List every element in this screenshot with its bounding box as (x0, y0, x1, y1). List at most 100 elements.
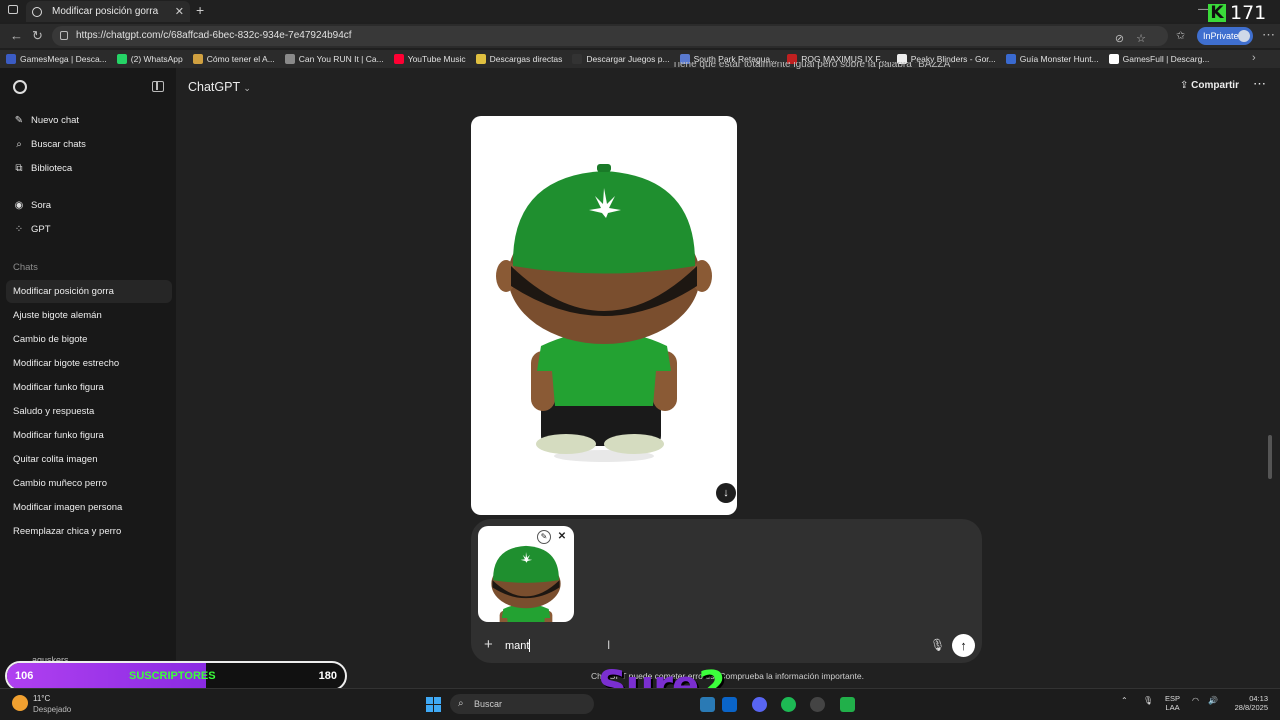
remove-attachment-icon[interactable]: ✕ (556, 531, 568, 543)
clock-time: 04:13 (1249, 694, 1268, 703)
sidebar-item-search-chats[interactable]: ⌕ Buscar chats (13, 139, 86, 150)
more-options-icon[interactable]: ⋯ (1253, 76, 1266, 92)
mouse-ibeam-cursor-icon: I (607, 638, 611, 652)
bookmark-favicon-icon (6, 54, 16, 64)
windows-start-icon[interactable] (426, 697, 441, 712)
sidebar-chat-item[interactable]: Cambio muñeco perro (13, 478, 107, 489)
volume-icon[interactable]: 🔊 (1208, 696, 1218, 705)
microphone-icon[interactable]: 🎙 (930, 638, 945, 652)
page-scrollbar[interactable] (1268, 435, 1272, 479)
generated-image[interactable] (471, 116, 737, 515)
sidebar-chat-item[interactable]: Modificar imagen persona (13, 502, 122, 513)
chats-section-label: Chats (13, 262, 38, 273)
bookmark-label: Descargar Juegos p... (586, 54, 670, 64)
funko-figure-image (496, 164, 712, 462)
bookmarks-overflow-icon[interactable]: › (1252, 52, 1256, 64)
sidebar-chat-item[interactable]: Saludo y respuesta (13, 406, 94, 417)
share-button[interactable]: ⇪ Compartir (1180, 80, 1239, 91)
add-attachment-icon[interactable]: + (484, 636, 493, 653)
taskbar-search[interactable]: ⌕ Buscar (450, 694, 594, 714)
bookmark-item[interactable]: GamesFull | Descarg... (1108, 54, 1209, 64)
sheets-app-icon[interactable] (840, 697, 855, 712)
sidebar-item-sora[interactable]: ◉ Sora (13, 200, 51, 211)
sidebar-chat-item[interactable]: Modificar funko figura (13, 382, 104, 393)
taskbar-clock[interactable]: 04:13 28/8/2025 (1228, 694, 1268, 712)
sidebar-toggle-icon[interactable] (152, 81, 164, 92)
windows-taskbar (0, 688, 1280, 720)
chatgpt-favicon-icon (32, 6, 42, 17)
wifi-icon[interactable]: ◠ (1192, 696, 1199, 705)
share-label: Compartir (1191, 80, 1239, 91)
subscriber-goal: 180 (318, 670, 337, 682)
sora-icon: ◉ (14, 200, 24, 211)
inprivate-badge[interactable]: InPrivate (1197, 27, 1253, 45)
sidebar-item-new-chat[interactable]: ✎ Nuevo chat (13, 115, 79, 126)
prompt-input[interactable]: mant (505, 640, 529, 652)
openai-logo-icon[interactable] (13, 80, 27, 94)
refresh-icon[interactable]: ↻ (32, 28, 43, 44)
bookmark-label: YouTube Music (407, 54, 466, 64)
bookmark-item[interactable]: Descargar Juegos p... (572, 54, 670, 64)
tray-mic-icon[interactable]: 🎙 (1143, 696, 1153, 705)
minimize-icon[interactable]: — (1198, 4, 1208, 15)
discord-icon[interactable] (752, 697, 767, 712)
bookmark-item[interactable]: GamesMega | Desca... (6, 54, 107, 64)
tray-overflow-icon[interactable]: ⌃ (1121, 696, 1128, 705)
outlook-icon[interactable] (722, 697, 737, 712)
sidebar-chat-item[interactable]: Modificar posición gorra (13, 286, 114, 297)
url-field[interactable]: https://chatgpt.com/c/68affcad-6bec-832c… (52, 26, 1168, 46)
edit-icon: ✎ (14, 115, 24, 126)
bookmark-item[interactable]: Cómo tener el A... (192, 54, 275, 64)
sidebar-item-label: GPT (31, 224, 51, 235)
new-tab-icon[interactable]: + (196, 2, 204, 18)
sidebar-chat-item[interactable]: Quitar colita imagen (13, 454, 97, 465)
sidebar-chat-item[interactable]: Modificar bigote estrecho (13, 358, 119, 369)
weather-desc[interactable]: Despejado (33, 705, 71, 714)
sidebar-item-gpt[interactable]: ⁘ GPT (13, 224, 51, 235)
bookmark-favicon-icon (393, 54, 404, 64)
bookmark-item[interactable]: Can You RUN It | Ca... (284, 54, 384, 64)
bookmark-label: Can You RUN It | Ca... (298, 54, 384, 64)
sidebar-chat-item[interactable]: Cambio de bigote (13, 334, 87, 345)
input-language[interactable]: ESP LAA (1165, 694, 1180, 712)
sidebar-chat-item[interactable]: Modificar funko figura (13, 430, 104, 441)
weather-temp[interactable]: 11°C (33, 694, 50, 703)
favorites-icon[interactable]: ✩ (1176, 29, 1185, 42)
edit-image-icon[interactable]: ✎ (537, 530, 551, 544)
bookmarks-bar: GamesMega | Desca... (2) WhatsApp Cómo ten… (0, 50, 1280, 68)
send-button[interactable]: ↑ (952, 634, 975, 657)
bookmark-item[interactable]: Guía Monster Hunt... (1005, 54, 1099, 64)
browser-chrome: Modificar posición gorra ✕ + — K 171 ← ↻… (0, 0, 1280, 68)
tab-title: Modificar posición gorra (52, 6, 159, 17)
share-icon: ⇪ (1180, 80, 1192, 91)
steam-icon[interactable] (810, 697, 825, 712)
close-tab-icon[interactable]: ✕ (175, 5, 184, 18)
sidebar-chat-item[interactable]: Ajuste bigote alemán (13, 310, 102, 321)
browser-tab[interactable]: Modificar posición gorra ✕ (26, 1, 190, 22)
bookmark-item[interactable]: YouTube Music (393, 54, 466, 64)
file-explorer-icon[interactable] (700, 697, 715, 712)
bookmark-label: GamesMega | Desca... (20, 54, 107, 64)
bookmark-item[interactable]: Descargas directas (475, 54, 563, 64)
model-selector[interactable]: ChatGPT ⌄ (188, 80, 251, 94)
library-icon: ⧉ (15, 163, 23, 174)
sidebar: ✎ Nuevo chat ⌕ Buscar chats ⧉ Biblioteca… (0, 68, 176, 688)
bookmark-item[interactable]: (2) WhatsApp (116, 54, 183, 64)
browser-menu-icon[interactable]: ⋯ (1262, 27, 1275, 43)
search-icon: ⌕ (458, 698, 464, 709)
sidebar-chat-item[interactable]: Reemplazar chica y perro (13, 526, 121, 537)
url-action-icons[interactable]: ⊘☆ (1115, 29, 1158, 49)
model-name: ChatGPT (188, 80, 240, 94)
sidebar-item-library[interactable]: ⧉ Biblioteca (13, 163, 72, 174)
profile-avatar (1238, 30, 1250, 42)
taskbar-search-label: Buscar (474, 699, 503, 709)
bookmark-favicon-icon (192, 54, 203, 64)
window-menu-icon[interactable] (8, 5, 18, 14)
weather-sun-icon[interactable] (12, 695, 28, 711)
subscriber-current: 106 (15, 670, 34, 682)
download-image-button[interactable]: ↓ (716, 483, 736, 503)
back-icon[interactable]: ← (10, 28, 23, 43)
bookmark-label: Descargas directas (489, 54, 563, 64)
spotify-icon[interactable] (781, 697, 796, 712)
url-text: https://chatgpt.com/c/68affcad-6bec-832c… (76, 30, 352, 41)
